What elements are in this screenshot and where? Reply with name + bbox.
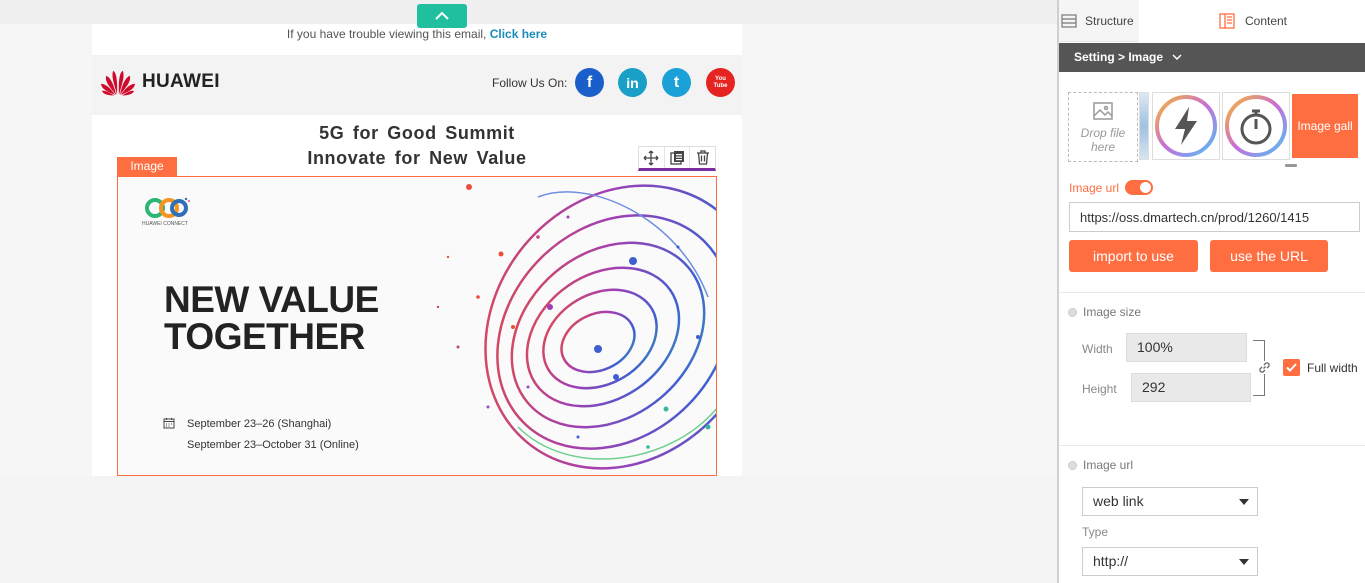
height-label: Height [1082, 382, 1117, 396]
twitter-icon[interactable]: t [662, 68, 691, 97]
image-link-title: Image url [1083, 458, 1134, 472]
section-radio[interactable] [1068, 307, 1077, 317]
huawei-logo: HUAWEI [100, 68, 220, 96]
full-width-option[interactable]: Full width [1283, 359, 1358, 376]
height-field[interactable]: 292 [1131, 373, 1251, 402]
full-width-label: Full width [1307, 360, 1358, 375]
tab-structure-label: Structure [1085, 14, 1134, 28]
logo-caption: HUAWEI CONNECT [142, 221, 188, 227]
hero-image[interactable]: HUAWEI CONNECT NEW VALUE TOGETHER Septem… [117, 176, 717, 476]
import-to-use-button[interactable]: import to use [1069, 240, 1198, 272]
dropdown-caret-icon [1239, 499, 1249, 505]
tab-structure[interactable]: Structure [1059, 0, 1139, 42]
link-type-value: web link [1093, 493, 1144, 509]
calendar-icon [163, 418, 175, 429]
linkedin-icon[interactable]: in [618, 68, 647, 97]
image-url-toggle-row: Image url [1069, 180, 1154, 195]
follow-label: Follow Us On: [492, 76, 568, 90]
headline-line-2: TOGETHER [164, 316, 365, 357]
move-icon[interactable] [639, 147, 664, 168]
collapse-toolbar-button[interactable] [417, 4, 467, 28]
brand-bar[interactable]: HUAWEI Follow Us On: f in t You Tube [92, 55, 742, 115]
image-url-input[interactable] [1069, 202, 1360, 232]
width-label: Width [1082, 342, 1113, 356]
image-link-section[interactable]: Image url [1068, 458, 1133, 472]
event-date-shanghai: September 23–26 (Shanghai) [187, 418, 332, 430]
preheader-link[interactable]: Click here [490, 27, 547, 41]
panel-tabs: Structure Content [1059, 0, 1365, 42]
type-label: Type [1082, 525, 1109, 539]
trash-icon[interactable] [689, 147, 715, 168]
title-line-1: 5G for Good Summit [319, 123, 515, 143]
link-icon[interactable] [1258, 361, 1271, 374]
gallery-scrollbar[interactable] [1285, 164, 1297, 167]
breadcrumb-text: Setting > Image [1074, 50, 1164, 64]
swirl-graphic [436, 184, 716, 470]
preheader: If you have trouble viewing this email, … [92, 24, 742, 54]
chevron-up-icon [435, 11, 449, 20]
hero-headline: NEW VALUE TOGETHER [164, 281, 379, 355]
image-gallery-button[interactable]: Image gall [1292, 94, 1358, 158]
youtube-icon[interactable]: You Tube [706, 68, 735, 97]
facebook-icon[interactable]: f [575, 68, 604, 97]
protocol-select[interactable]: http:// [1082, 547, 1258, 576]
dropzone-text-2: here [1090, 140, 1116, 154]
structure-icon [1061, 14, 1077, 28]
section-radio[interactable] [1068, 460, 1077, 470]
protocol-value: http:// [1093, 553, 1129, 569]
brand-name: HUAWEI [142, 71, 220, 92]
dropdown-caret-icon [1239, 559, 1249, 565]
full-width-checkbox[interactable] [1283, 359, 1300, 376]
content-icon [1219, 13, 1235, 29]
canvas-top-strip [0, 0, 1057, 24]
tab-content[interactable]: Content [1139, 0, 1365, 42]
divider [1059, 445, 1365, 446]
timer-icon [1225, 95, 1287, 157]
tab-content-label: Content [1244, 14, 1288, 28]
headline-line-1: NEW VALUE [164, 279, 379, 320]
image-size-title: Image size [1083, 305, 1142, 319]
image-url-label: Image url [1069, 180, 1120, 195]
lightning-icon [1155, 95, 1217, 157]
thumbnail-timer[interactable] [1222, 92, 1290, 160]
breadcrumb[interactable]: Setting > Image [1059, 43, 1365, 72]
use-url-button[interactable]: use the URL [1210, 240, 1328, 272]
image-size-section[interactable]: Image size [1068, 305, 1141, 319]
image-gallery: Drop file here Image gall [1068, 92, 1364, 167]
image-block-tag: Image [117, 157, 177, 176]
thumbnail-image[interactable] [1139, 92, 1149, 160]
event-date-online: September 23–October 31 (Online) [187, 439, 359, 451]
dropzone-text-1: Drop file [1080, 126, 1126, 140]
image-url-toggle[interactable] [1125, 180, 1154, 195]
upload-image-icon [1093, 102, 1113, 120]
editor-canvas: If you have trouble viewing this email, … [0, 0, 1057, 583]
divider [1059, 292, 1365, 293]
drop-zone[interactable]: Drop file here [1068, 92, 1138, 162]
block-toolbar [638, 146, 716, 171]
settings-panel: Structure Content Setting > Image Drop f… [1057, 0, 1365, 583]
chevron-down-icon [1172, 54, 1182, 61]
width-field[interactable]: 100% [1126, 333, 1247, 362]
preheader-text: If you have trouble viewing this email, [286, 27, 487, 41]
link-type-select[interactable]: web link [1082, 487, 1258, 516]
duplicate-icon[interactable] [663, 147, 690, 168]
thumbnail-lightning[interactable] [1152, 92, 1220, 160]
huawei-petal-icon [101, 71, 135, 96]
check-icon [1286, 363, 1297, 372]
